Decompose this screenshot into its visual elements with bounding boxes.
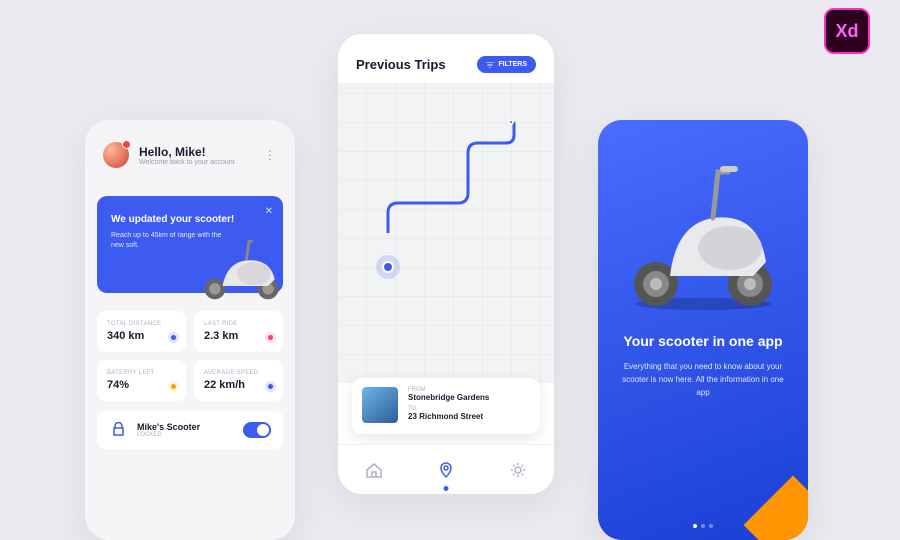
dot-icon <box>171 384 176 389</box>
trip-info: FROM Stonebridge Gardens TO 23 Richmond … <box>408 387 530 425</box>
location-icon <box>437 461 455 479</box>
page-dot <box>693 524 697 528</box>
dot-icon <box>268 384 273 389</box>
adobe-xd-badge: Xd <box>824 8 870 54</box>
device-name: Mike's Scooter <box>137 422 200 432</box>
screen-trips: Previous Trips FILTERS FROM Stonebridge … <box>338 34 554 494</box>
route-line <box>338 83 554 233</box>
greeting: Hello, Mike! Welcome back to your accoun… <box>139 145 235 166</box>
lock-toggle[interactable] <box>243 422 271 438</box>
destination-marker <box>508 119 514 125</box>
nav-settings[interactable] <box>507 459 529 481</box>
filter-icon <box>486 62 494 68</box>
stat-avg-speed[interactable]: AVERAGE SPEED 22 km/h <box>194 360 283 401</box>
stats-grid: TOTAL DISTANCE 340 km LAST RIDE 2.3 km B… <box>85 293 295 401</box>
stat-total-distance[interactable]: TOTAL DISTANCE 340 km <box>97 311 186 352</box>
greeting-title: Hello, Mike! <box>139 145 235 159</box>
stat-last-ride[interactable]: LAST RIDE 2.3 km <box>194 311 283 352</box>
to-value: 23 Richmond Street <box>408 412 530 421</box>
bottom-nav <box>338 444 554 494</box>
screen-home: Hello, Mike! Welcome back to your accoun… <box>85 120 295 540</box>
more-icon[interactable]: ⋮ <box>264 148 277 162</box>
update-banner: ✕ We updated your scooter! Reach up to 4… <box>97 196 283 293</box>
filters-label: FILTERS <box>498 61 527 68</box>
from-value: Stonebridge Gardens <box>408 393 530 402</box>
close-icon[interactable]: ✕ <box>265 206 273 217</box>
device-text: Mike's Scooter LOCKED <box>137 422 200 438</box>
page-dot <box>701 524 705 528</box>
scooter-illustration-large <box>618 156 788 311</box>
map-view[interactable] <box>338 83 554 383</box>
trip-card[interactable]: FROM Stonebridge Gardens TO 23 Richmond … <box>352 378 540 434</box>
home-header: Hello, Mike! Welcome back to your accoun… <box>85 120 295 178</box>
corner-decoration <box>744 476 808 540</box>
page-indicator[interactable] <box>693 524 713 528</box>
dot-icon <box>171 335 176 340</box>
device-card[interactable]: Mike's Scooter LOCKED <box>97 411 283 449</box>
filters-button[interactable]: FILTERS <box>477 56 536 73</box>
stat-value: 340 km <box>107 330 176 342</box>
xd-label: Xd <box>835 21 858 42</box>
onboard-headline: Your scooter in one app <box>618 333 788 349</box>
stat-value: 74% <box>107 379 176 391</box>
stat-label: TOTAL DISTANCE <box>107 321 176 327</box>
stat-value: 2.3 km <box>204 330 273 342</box>
trip-thumbnail <box>362 387 398 423</box>
stat-label: LAST RIDE <box>204 321 273 327</box>
nav-trips[interactable] <box>435 459 457 481</box>
trips-title: Previous Trips <box>356 57 446 72</box>
avatar[interactable] <box>103 142 129 168</box>
stat-value: 22 km/h <box>204 379 273 391</box>
greeting-subtitle: Welcome back to your account <box>139 159 235 166</box>
gear-icon <box>509 461 527 479</box>
stat-label: BATERRY LEFT <box>107 370 176 376</box>
device-status: LOCKED <box>137 432 200 438</box>
page-dot <box>709 524 713 528</box>
current-location-marker <box>376 255 400 279</box>
stat-battery[interactable]: BATERRY LEFT 74% <box>97 360 186 401</box>
nav-home[interactable] <box>363 459 385 481</box>
scooter-illustration-small <box>194 233 289 301</box>
lock-icon <box>109 421 127 439</box>
home-icon <box>365 461 383 479</box>
screen-onboarding: Your scooter in one app Everything that … <box>598 120 808 540</box>
stat-label: AVERAGE SPEED <box>204 370 273 376</box>
onboard-body: Everything that you need to know about y… <box>618 361 788 399</box>
trips-header: Previous Trips FILTERS <box>338 34 554 83</box>
banner-title: We updated your scooter! <box>111 214 269 225</box>
dot-icon <box>268 335 273 340</box>
